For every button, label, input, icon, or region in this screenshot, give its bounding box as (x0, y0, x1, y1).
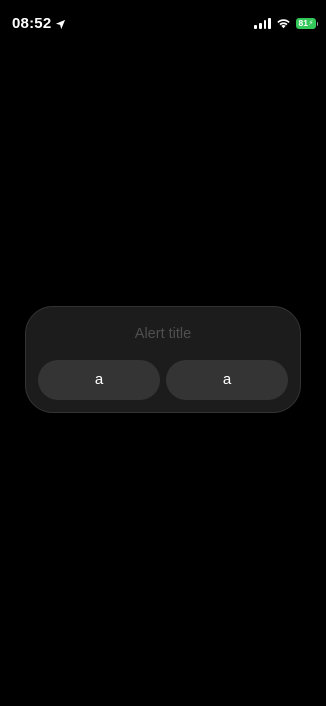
alert-dialog: Alert title a a (25, 306, 301, 413)
cellular-signal-icon (254, 17, 271, 29)
battery-level: 81 (298, 17, 309, 28)
status-icons: 81 ⚡ (254, 16, 318, 30)
battery-icon: 81 ⚡ (296, 17, 318, 29)
alert-button-left[interactable]: a (38, 360, 160, 400)
time-group: 08:52 (12, 14, 66, 34)
status-time: 08:52 (12, 15, 52, 32)
alert-actions: a a (38, 360, 288, 400)
status-bar: 08:52 81 ⚡ (0, 0, 326, 46)
charging-bolt-icon: ⚡ (308, 19, 314, 27)
alert-title: Alert title (134, 326, 192, 342)
location-arrow-icon (56, 19, 66, 29)
alert-button-right[interactable]: a (166, 360, 288, 400)
wifi-icon (277, 18, 290, 28)
